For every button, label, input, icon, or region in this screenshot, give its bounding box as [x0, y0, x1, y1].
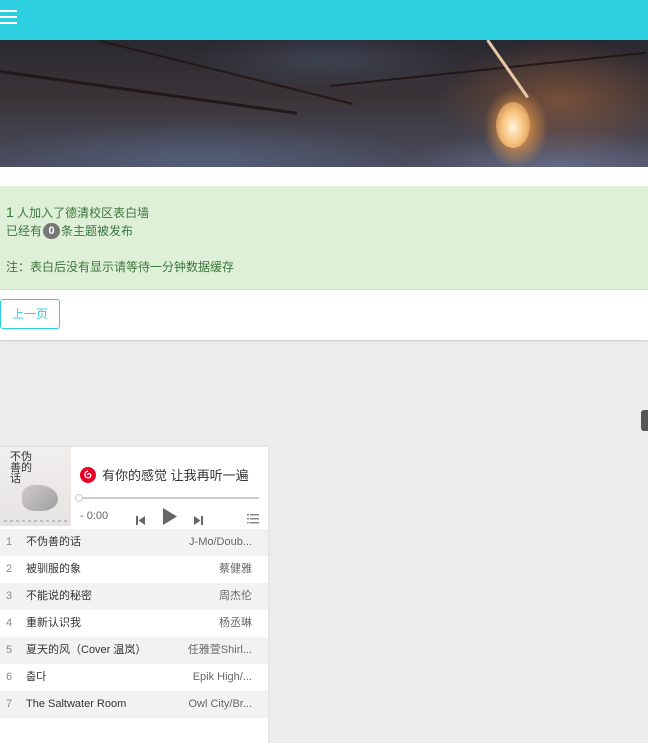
track-name: 被驯服的象 — [26, 563, 81, 575]
joined-text: 人加入了德清校区表白墙 — [13, 206, 150, 220]
spacer — [0, 167, 648, 186]
music-player: 不伪善的话 有你的感觉 让我再听一遍 - 0:00 1 不伪善的话 J-Mo/D… — [0, 447, 268, 743]
track-name: 不能说的秘密 — [26, 590, 92, 602]
cache-note: 注：表白后没有显示请等待一分钟数据缓存 — [6, 260, 235, 274]
joined-count-line: 1 人加入了德清校区表白墙 — [6, 204, 149, 221]
track-index: 2 — [6, 563, 13, 575]
track-artist: 周杰伦 — [219, 590, 252, 602]
playlist-item[interactable]: 2 被驯服的象 蔡健雅 — [0, 556, 268, 583]
header-banner-image — [0, 40, 648, 167]
skip-previous-icon[interactable] — [136, 512, 146, 530]
playlist-item[interactable]: 5 夏天的风（Cover 温岚） 任雅萱Shirl... — [0, 637, 268, 664]
track-name: 不伪善的话 — [26, 536, 81, 548]
playlist-item[interactable]: 1 不伪善的话 J-Mo/Doub... — [0, 529, 268, 556]
track-index: 4 — [6, 617, 13, 629]
track-artist: Epik High/... — [192, 671, 252, 683]
playlist-item[interactable]: 3 不能说的秘密 周杰伦 — [0, 583, 268, 610]
play-time: - 0:00 — [80, 510, 109, 522]
hamburger-menu-icon[interactable] — [0, 9, 18, 29]
track-name: 춥다 — [26, 671, 47, 683]
post-count-line: 已经有 0 条主题被发布 — [6, 223, 133, 239]
pagination-area: 上一页 — [0, 290, 648, 340]
track-name: 重新认识我 — [26, 617, 81, 629]
track-name: 夏天的风（Cover 温岚） — [26, 644, 147, 656]
joined-count: 1 — [6, 204, 14, 220]
album-cover[interactable]: 不伪善的话 — [0, 447, 71, 526]
track-artist: 蔡健雅 — [219, 563, 252, 575]
posts-suffix: 条主题被发布 — [61, 224, 134, 238]
cover-title: 不伪善的话 — [10, 450, 32, 485]
side-toggle-tab[interactable] — [641, 410, 648, 431]
playlist-item[interactable]: 4 重新认识我 杨丞琳 — [0, 610, 268, 637]
posts-prefix: 已经有 — [6, 224, 43, 238]
track-index: 6 — [6, 671, 13, 683]
track-name: The Saltwater Room — [26, 698, 127, 710]
top-navbar — [0, 0, 648, 40]
progress-thumb[interactable] — [75, 494, 83, 502]
skip-next-icon[interactable] — [193, 512, 203, 530]
now-playing-title: 有你的感觉 让我再听一遍 — [80, 465, 249, 484]
post-count-badge: 0 — [43, 223, 61, 239]
song-title: 有你的感觉 让我再听一遍 — [102, 468, 249, 483]
track-artist: 杨丞琳 — [219, 617, 252, 629]
track-index: 1 — [6, 536, 13, 548]
track-index: 5 — [6, 644, 13, 656]
track-artist: J-Mo/Doub... — [189, 536, 252, 548]
playlist-icon[interactable] — [247, 511, 259, 529]
play-icon[interactable] — [162, 508, 177, 530]
track-artist: Owl City/Br... — [188, 698, 252, 710]
netease-music-icon — [80, 466, 96, 483]
playlist: 1 不伪善的话 J-Mo/Doub... 2 被驯服的象 蔡健雅 3 不能说的秘… — [0, 529, 268, 718]
track-index: 3 — [6, 590, 13, 602]
track-index: 7 — [6, 698, 13, 710]
previous-page-button[interactable]: 上一页 — [0, 299, 60, 329]
track-artist: 任雅萱Shirl... — [187, 644, 252, 656]
stats-notice-panel: 1 人加入了德清校区表白墙 已经有 0 条主题被发布 注：表白后没有显示请等待一… — [0, 186, 648, 290]
progress-bar[interactable] — [75, 494, 259, 502]
playlist-item[interactable]: 6 춥다 Epik High/... — [0, 664, 268, 691]
playlist-item[interactable]: 7 The Saltwater Room Owl City/Br... — [0, 691, 268, 718]
